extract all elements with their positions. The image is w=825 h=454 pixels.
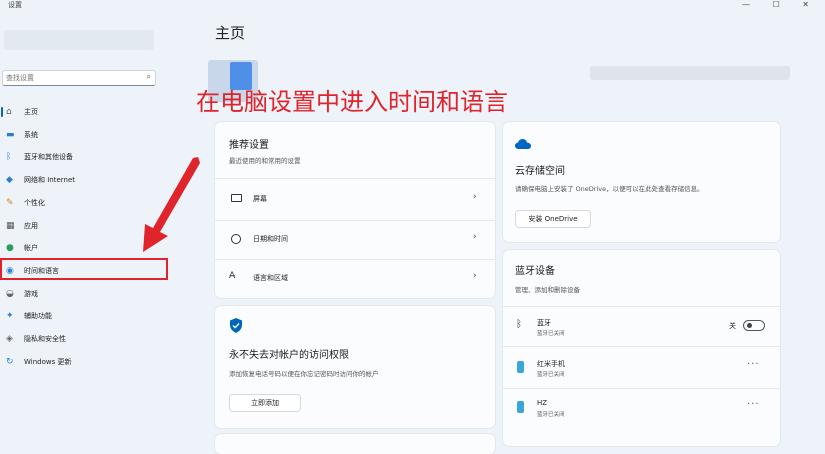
recommended-row-language[interactable]: A̶ 语言和区域 › [215,260,495,298]
header-info-blur [590,66,790,80]
bluetooth-title: 蓝牙设备 [515,266,555,277]
row-label: 屏幕 [253,195,267,203]
add-now-button[interactable]: 立即添加 [229,394,301,412]
sidebar-item-gamepad[interactable]: ◒ 游戏 [0,284,160,304]
account-title: 永不失去对帐户的访问权限 [229,350,349,361]
device-row[interactable]: HZ 蓝牙已关闭 ··· [503,389,780,429]
row-label: 语言和区域 [253,274,288,282]
recommended-row-display[interactable]: 屏幕 › [215,179,495,219]
bluetooth-toggle-row: ᛒ 蓝牙 蓝牙已关闭 关 [503,307,780,345]
bluetooth-icon: ᛒ [516,319,522,330]
phone-icon [517,401,524,413]
sidebar-item-label: 网络和 Internet [24,176,76,185]
display-icon [231,194,242,202]
cloud-card: 云存储空间 请确保电脑上安装了 OneDrive，以便可以在此处查看存储信息。 … [503,122,780,242]
search-box[interactable]: ⌕ [2,70,156,86]
cloud-icon [515,134,531,153]
time-language-highlight [0,258,168,280]
next-card [215,434,495,454]
device-name: 红米手机 [537,360,565,368]
clock-icon [231,234,241,244]
shield-icon: ◈ [6,334,13,344]
toggle-state-label: 关 [729,322,736,330]
monitor-icon: ▬ [6,129,15,140]
recommended-row-datetime[interactable]: 日期和时间 › [215,221,495,259]
account-card: 永不失去对帐户的访问权限 添加恢复电话号码以便在你忘记密码时访问你的帐户 立即添… [215,306,495,428]
sidebar-item-bluetooth[interactable]: ᛒ 蓝牙和其他设备 [0,147,160,167]
bluetooth-icon: ᛒ [6,152,12,163]
home-icon: ⌂ [6,107,12,117]
sidebar-item-monitor[interactable]: ▬ 系统 [0,125,160,145]
page-title: 主页 [215,24,246,42]
sidebar-item-label: 系统 [24,130,38,139]
bluetooth-card: 蓝牙设备 管理、添加和删除设备 ᛒ 蓝牙 蓝牙已关闭 关 红米手机 蓝牙已关闭 … [503,250,780,446]
sidebar-item-accessibility[interactable]: ✦ 辅助功能 [0,306,160,326]
more-options-icon[interactable]: ··· [747,399,760,410]
accessibility-icon: ✦ [6,311,14,322]
recommended-title: 推荐设置 [229,140,269,151]
bluetooth-label: 蓝牙 [537,319,551,327]
recommended-subtitle: 最近使用的和常用的设置 [229,157,301,165]
chevron-right-icon: › [473,271,477,281]
phone-icon [517,361,524,373]
sidebar-item-home[interactable]: ⌂ 主页 [0,102,160,122]
bluetooth-status: 蓝牙已关闭 [537,331,565,337]
language-icon: A̶ [229,271,236,281]
apps-icon: ▦ [6,220,15,231]
account-description: 添加恢复电话号码以便在你忘记密码时访问你的帐户 [229,370,379,378]
sidebar-item-label: 个性化 [24,198,45,207]
gamepad-icon: ◒ [6,288,14,299]
device-row[interactable]: 红米手机 蓝牙已关闭 ··· [503,347,780,387]
sidebar-item-apps[interactable]: ▦ 应用 [0,216,160,236]
device-name: HZ [537,399,548,407]
install-onedrive-button[interactable]: 安装 OneDrive [515,210,591,228]
bluetooth-subtitle: 管理、添加和删除设备 [515,286,580,294]
bluetooth-toggle[interactable] [743,320,765,331]
row-label: 日期和时间 [253,235,288,243]
sidebar-item-label: 主页 [24,108,38,116]
sidebar-item-label: 辅助功能 [24,312,52,321]
sidebar-item-label: 蓝牙和其他设备 [24,153,73,162]
app-title: 设置 [8,1,22,9]
sidebar-item-label: 隐私和安全性 [24,335,66,343]
sidebar-item-shield[interactable]: ◈ 隐私和安全性 [0,329,160,349]
sidebar-item-wifi[interactable]: ◆ 网络和 Internet [0,170,160,190]
title-bar: 设置 — ☐ ✕ [0,0,825,14]
cloud-title: 云存储空间 [515,166,565,177]
sidebar-item-update[interactable]: ↻ Windows 更新 [0,352,160,372]
cloud-description: 请确保电脑上安装了 OneDrive，以便可以在此处查看存储信息。 [515,185,704,193]
recommended-card: 推荐设置 最近使用的和常用的设置 屏幕 › 日期和时间 › A̶ 语言和区域 › [215,122,495,298]
wifi-icon: ◆ [6,175,13,186]
shield-check-icon [229,318,243,337]
search-input[interactable] [6,72,136,84]
sidebar-item-brush[interactable]: ✎ 个性化 [0,193,160,213]
annotation-text: 在电脑设置中进入时间和语言 [196,88,508,116]
device-status: 蓝牙已关闭 [537,372,565,378]
sidebar-item-label: Windows 更新 [24,357,72,366]
sidebar-user-blur [4,30,154,50]
update-icon: ↻ [6,356,14,367]
device-status: 蓝牙已关闭 [537,412,565,418]
sidebar-item-label: 游戏 [24,289,38,298]
brush-icon: ✎ [6,197,14,208]
chevron-right-icon: › [473,192,477,202]
more-options-icon[interactable]: ··· [747,359,760,370]
sidebar-item-label: 帐户 [24,244,38,253]
chevron-right-icon: › [473,232,477,242]
window-controls[interactable]: — ☐ ✕ [742,0,819,9]
search-icon: ⌕ [146,72,151,81]
person-icon: ● [6,243,14,254]
sidebar-item-label: 应用 [24,221,38,230]
sidebar-item-person[interactable]: ● 帐户 [0,238,160,258]
